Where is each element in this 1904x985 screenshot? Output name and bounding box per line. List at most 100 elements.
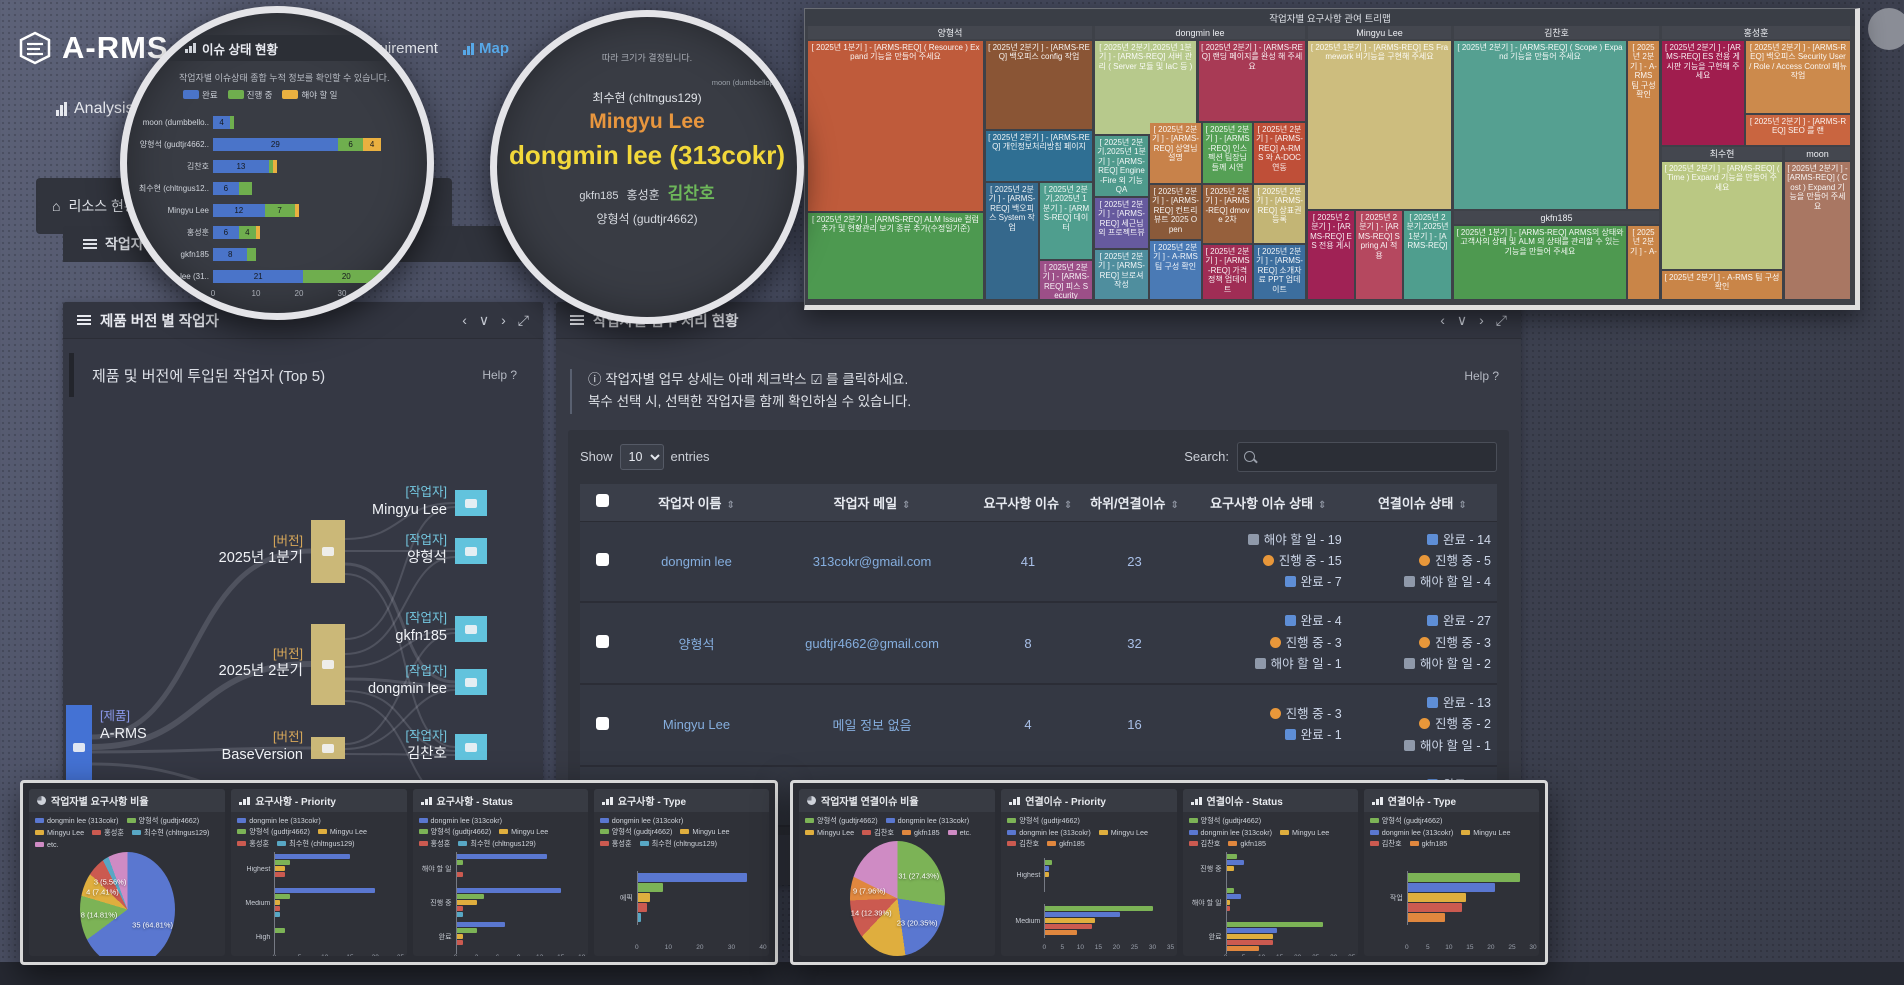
row-checkbox[interactable] xyxy=(596,553,609,566)
x-axis: 0369121518 xyxy=(456,954,582,956)
search-input[interactable] xyxy=(1237,442,1497,472)
page-size-select[interactable]: 10 xyxy=(620,444,664,470)
treemap-group-header: moon xyxy=(1785,147,1850,160)
expand-icon[interactable]: ⤢ xyxy=(1496,312,1507,329)
select-all-checkbox[interactable] xyxy=(596,494,609,507)
worker-name[interactable]: Mingyu Lee xyxy=(625,684,769,766)
user-avatar[interactable] xyxy=(1868,8,1904,50)
treemap-cell[interactable]: [ 2025년 2분기 ] - [ARMS-REQ] 세근님 외 프로젝트뷰 xyxy=(1095,198,1148,248)
treemap-cell[interactable]: [ 2025년 2분기 ] - A-RMS 팀 구성 확인 xyxy=(1662,271,1782,299)
treemap-cell[interactable]: [ 2025년 1분기 ] - [ARMS-REQ] ARMS의 상태와 고객사… xyxy=(1454,226,1626,299)
bar-chart-icon xyxy=(602,797,613,805)
sankey-node-worker[interactable] xyxy=(455,490,487,516)
collapse-left-icon[interactable]: ‹ xyxy=(1440,312,1445,329)
worker-name[interactable]: 양형석 xyxy=(625,602,769,684)
treemap-cell[interactable]: [ 2025년 2분기 ] - [ARMS-REQ] ( Time ) Expa… xyxy=(1662,162,1782,269)
treemap-cell[interactable]: [ 2025년 2분기,2025년 1분기 ] - [ARMS-REQ] 데이터 xyxy=(1040,183,1092,259)
help-button[interactable]: Help ? xyxy=(1464,369,1499,414)
treemap-cell[interactable]: [ 2025년 2분기 ] - [ARMS-REQ] ES 전용 게시판 기능을… xyxy=(1662,41,1744,145)
treemap-cell[interactable]: [ 2025년 2분기 ] - [ARMS-REQ] 피스 Security xyxy=(1040,261,1092,299)
treemap-cell[interactable]: [ 2025년 2분기 ] - [ARMS-REQ] SEO 를 랜 xyxy=(1746,115,1850,145)
treemap-cell[interactable]: [ 2025년 2분기 ] - [ARMS-REQ] dmove 2차 xyxy=(1203,185,1252,243)
sankey-node-worker[interactable] xyxy=(455,616,487,642)
treemap-cell[interactable]: [ 2025년 2분기 ] - [ARMS-REQ] 상표권 등록 xyxy=(1254,185,1305,243)
column-header[interactable]: 요구사항 이슈⇕ xyxy=(976,484,1080,522)
treemap-cell[interactable]: [ 2025년 2분기 ] - [ARMS-REQ] 랜딩 페이지를 완성 해 … xyxy=(1199,41,1305,121)
treemap-cell[interactable]: [ 2025년 1분기 ] - [ARMS-REQ] ES Framework … xyxy=(1308,41,1451,209)
req-issue-count: 4 xyxy=(976,684,1080,766)
sort-icon[interactable]: ⇕ xyxy=(1458,500,1466,511)
status-done-icon xyxy=(1285,615,1296,626)
pie-label: 9 (7.96%) xyxy=(853,887,886,896)
treemap-cell[interactable]: [ 2025년 2분기 ] - A-RMS 팀 구성 확인 xyxy=(1150,241,1201,299)
collapse-left-icon[interactable]: ‹ xyxy=(462,312,467,329)
x-axis: 05101520253035 xyxy=(1044,944,1170,954)
bar-chart-icon xyxy=(239,797,250,805)
list-icon xyxy=(83,239,97,241)
search-label: Search: xyxy=(1184,449,1229,464)
sort-icon[interactable]: ⇕ xyxy=(1171,500,1179,511)
treemap-cell[interactable]: [ 2025년 2분기,2025년 1분기 ] - [ARMS-REQ] Eng… xyxy=(1095,136,1148,196)
treemap-cell[interactable]: [ 2025년 2분기 ] - [ARMS-REQ] ( Cost ) Expa… xyxy=(1785,162,1850,299)
treemap-cell[interactable]: [ 2025년 2분기 ] - [ARMS-REQ] 컨트리뷰트 2025 Op… xyxy=(1150,185,1201,239)
treemap-cell[interactable]: [ 2025년 2분기 ] - [ARMS-REQ] ( Scope ) Exp… xyxy=(1454,41,1626,209)
sort-icon[interactable]: ⇕ xyxy=(1064,500,1072,511)
chart-legend: dongmin lee (313cokr)양형석 (gudtjr4662)Min… xyxy=(419,816,582,849)
info-icon: ⓘ xyxy=(588,372,605,387)
worker-name[interactable]: dongmin lee xyxy=(625,521,769,602)
treemap-cell[interactable]: [ 2025년 2분기 ] - [ARMS-REQ] ALM Issue 컬럼 … xyxy=(808,213,983,299)
treemap-cell[interactable]: [ 2025년 2분기 ] - [ARMS-REQ] 백오피스 config 작… xyxy=(986,41,1092,129)
row-checkbox[interactable] xyxy=(596,635,609,648)
chart-legend: 양형석 (gudtjr4662)dongmin lee (313cokr)Min… xyxy=(805,816,989,838)
bar-category: 완료 xyxy=(1189,920,1352,954)
treemap-group-header: 홍성훈 xyxy=(1662,26,1850,39)
bar-category: 에픽 xyxy=(600,871,763,925)
sort-icon[interactable]: ⇕ xyxy=(1318,500,1326,511)
chart-legend: 양형석 (gudtjr4662)dongmin lee (313cokr)Min… xyxy=(1007,816,1170,849)
sankey-node-worker[interactable] xyxy=(455,538,487,564)
treemap-cell[interactable]: [ 2025년 2분기 ] - A-RMS 팀 구성 확인 xyxy=(1628,41,1659,209)
treemap-cell[interactable]: [ 2025년 2분기,2025년 1분기 ] - [ARMS-REQ] 서버 … xyxy=(1095,41,1196,134)
treemap-cell[interactable]: [ 2025년 2분기 ] - [ARMS-REQ] 인스펙션 팀장님들께 시연 xyxy=(1203,123,1252,183)
inset-bar-row: moon (dumbbello..4 xyxy=(133,111,419,133)
x-axis: 05101520253035 xyxy=(1226,954,1352,956)
treemap-cell[interactable]: [ 2025년 2분기 ] - [ARMS-REQ] Spring AI 적용 xyxy=(1356,211,1402,299)
sort-icon[interactable]: ⇕ xyxy=(902,500,910,511)
treemap-cell[interactable]: [ 2025년 2분기 ] - [ARMS-REQ] 상열님 설명 xyxy=(1150,123,1201,183)
chevron-down-icon[interactable]: ∨ xyxy=(479,312,489,329)
column-header[interactable]: 연결이슈 상태⇕ xyxy=(1348,484,1497,522)
sankey-node-product[interactable] xyxy=(66,705,92,789)
pie: 31 (27.43%)23 (20.35%)14 (12.39%)9 (7.96… xyxy=(850,841,945,956)
column-header[interactable]: 요구사항 이슈 상태⇕ xyxy=(1189,484,1348,522)
sankey-node-worker[interactable] xyxy=(455,669,487,695)
column-header[interactable]: 하위/연결이슈⇕ xyxy=(1080,484,1189,522)
sankey-node-worker[interactable] xyxy=(455,734,487,760)
treemap-cell[interactable]: [ 2025년 2분기 ] - [ARMS-REQ] A-RMS 와 A-DOC… xyxy=(1254,123,1305,183)
req-status-cell: 완료 - 4진행 중 - 3해야 할 일 - 1 xyxy=(1189,602,1348,684)
treemap-cell[interactable]: [ 2025년 2분기,2025년 1분기 ] - [ARMS-REQ] xyxy=(1404,211,1451,299)
treemap-group-header: 김찬호 xyxy=(1454,26,1659,39)
treemap-cell[interactable]: [ 2025년 2분기 ] - [ARMS-REQ] 개인정보처리방침 페이지 xyxy=(986,131,1092,181)
entries-label: entries xyxy=(671,449,710,464)
treemap-cell[interactable]: [ 2025년 2분기 ] - [ARMS-REQ] ES 전용 게시 xyxy=(1308,211,1354,299)
treemap-cell[interactable]: [ 2025년 2분기 ] - [ARMS-REQ] 백오피스 Security… xyxy=(1746,41,1850,113)
link-status-cell: 완료 - 13진행 중 - 2해야 할 일 - 1 xyxy=(1348,684,1497,766)
bar-cluster xyxy=(456,852,582,886)
treemap-cell[interactable]: [ 2025년 2분기 ] - [ARMS-REQ] 백오피스 System 작… xyxy=(986,183,1038,299)
row-checkbox[interactable] xyxy=(596,717,609,730)
inset-bar-row: gkfn1858 xyxy=(133,243,419,265)
status-done-icon xyxy=(1427,615,1438,626)
wordcloud-word: dongmin lee (313cokr) xyxy=(509,140,785,171)
column-header[interactable]: 작업자 메일⇕ xyxy=(768,484,975,522)
treemap-cell[interactable]: [ 2025년 1분기 ] - [ARMS-REQ] ( Resource ) … xyxy=(808,41,983,211)
column-header[interactable]: 작업자 이름⇕ xyxy=(625,484,769,522)
collapse-right-icon[interactable]: › xyxy=(1479,312,1484,329)
chevron-down-icon[interactable]: ∨ xyxy=(1457,312,1467,329)
wordcloud-word: gkfn185 xyxy=(579,190,618,202)
sort-icon[interactable]: ⇕ xyxy=(727,500,735,511)
link-issue-count: 23 xyxy=(1080,521,1189,602)
treemap-cell[interactable]: [ 2025년 2분기 ] - [ARMS-REQ] 브로셔 작성 xyxy=(1095,250,1148,299)
treemap-cell[interactable]: [ 2025년 2분기 ] - [ARMS-REQ] 가격 정책 업데이트 xyxy=(1203,245,1252,299)
treemap-cell[interactable]: [ 2025년 2분기 ] - [ARMS-REQ] 소개자료 PPT 업데이트 xyxy=(1254,245,1305,299)
treemap-cell[interactable]: [ 2025년 2분기 ] - A- xyxy=(1628,226,1659,299)
